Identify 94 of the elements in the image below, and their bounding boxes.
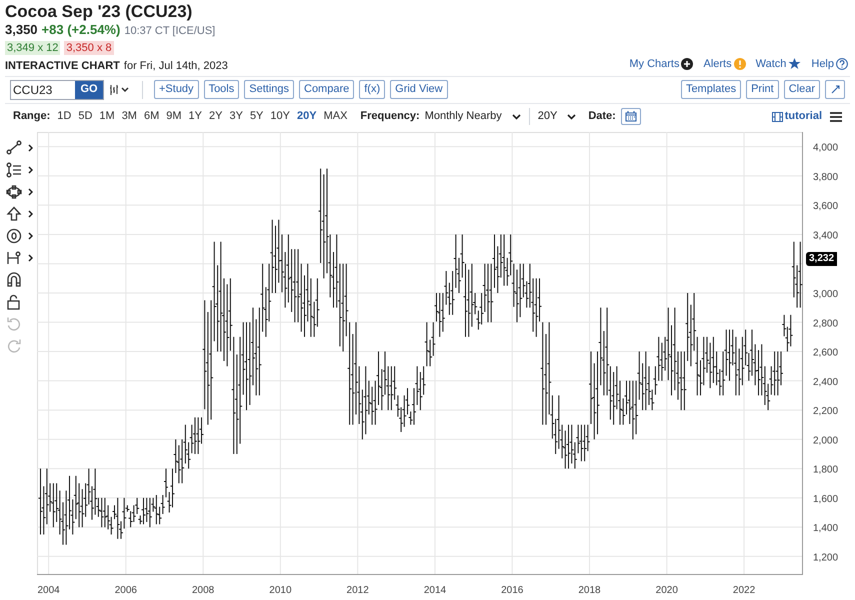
calendar-button[interactable] [620,108,641,125]
tutorial-link[interactable]: tutorial [772,108,822,125]
toolbar-button[interactable]: Print [746,80,779,99]
range-option[interactable]: 6M [140,108,162,125]
frequency-label: Frequency: [360,109,420,124]
y-axis-label: 1,800 [813,464,838,476]
y-axis-label: 2,000 [813,434,838,446]
range-option[interactable]: 5Y [246,108,266,125]
toolbar-button[interactable]: Compare [299,80,354,99]
y-axis-label: 3,800 [813,171,838,182]
x-axis-label: 2012 [346,584,369,596]
chevron-icon[interactable] [28,144,33,152]
chart-heading: INTERACTIVE CHART [5,58,120,72]
expand-icon [830,85,840,94]
chevron-icon[interactable] [28,232,33,240]
film-icon [772,112,783,122]
link-text[interactable]: Help [811,56,834,72]
link-text[interactable]: Alerts [703,56,732,72]
range-option[interactable]: 9M [163,108,185,125]
circle-marker-icon[interactable] [6,228,22,244]
x-axis-label: 2022 [732,584,756,596]
measure-icon[interactable] [6,250,22,266]
go-button[interactable]: GO [75,80,103,98]
x-axis-label: 2010 [269,584,292,596]
caret-icon [512,114,521,120]
toolbar-button[interactable]: Clear [784,80,820,99]
y-axis-label: 2,200 [813,406,838,417]
bid-quote: 3,349 x 12 [5,41,60,55]
chart-date: for Fri, Jul 14th, 2023 [124,58,228,72]
lock-open-icon[interactable] [6,294,22,310]
toolbar-button[interactable]: Settings [244,80,294,99]
y-axis-label: 2,800 [813,318,838,329]
toolbar-button[interactable]: +Study [154,80,199,99]
magnet-icon[interactable] [6,272,22,288]
y-axis-label: 2,600 [813,347,838,358]
line-tool-icon[interactable] [6,140,22,156]
y-axis-label: 1,600 [813,493,838,504]
chart-type-icon[interactable] [109,84,131,96]
x-axis-label: 2016 [501,584,524,596]
y-axis-label: 2,400 [813,376,838,388]
range-option[interactable]: 20Y [294,108,320,125]
toolbar-button[interactable]: Templates [680,80,742,99]
caret-icon [567,114,576,120]
y-axis-label: 3,600 [813,200,838,212]
plus-icon [681,58,694,70]
fibonacci-icon[interactable] [6,162,22,178]
y-axis-label: 1,200 [813,552,838,563]
range-option[interactable]: 5D [75,108,96,125]
period-dropdown[interactable]: 20Y [538,108,576,125]
y-axis-label: 1,400 [813,522,838,534]
help-icon [836,58,848,70]
range-option[interactable]: MAX [320,108,350,125]
last-price: 3,350 [5,22,38,38]
last-price-tag: 3,232 [806,252,838,266]
alert-icon [734,58,746,70]
arrow-up-icon[interactable] [6,206,22,222]
chevron-icon[interactable] [28,254,33,262]
x-axis-label: 2008 [192,584,214,596]
y-axis-label: 3,400 [813,230,838,241]
price-change: +83 (+2.54%) [42,22,120,38]
date-label: Date: [588,109,616,124]
toolbar-button[interactable]: Grid View [390,80,448,99]
chevron-icon[interactable] [28,188,33,196]
instrument-title: Cocoa Sep '23 (CCU23) [5,2,194,22]
ask-quote: 3,350 x 8 [64,41,114,55]
x-axis-label: 2004 [37,584,60,596]
frequency-dropdown[interactable]: Monthly Nearby [424,108,530,125]
x-axis-label: 2006 [114,584,137,596]
chevron-icon[interactable] [28,210,33,218]
x-axis-label: 2020 [656,584,678,596]
range-option[interactable]: 1Y [186,108,205,125]
range-option[interactable]: 3M [118,108,140,125]
toolbar-button[interactable]: Tools [204,80,240,99]
y-axis-label: 4,000 [813,142,838,154]
range-option[interactable]: 1D [54,108,74,125]
symbol-field[interactable]: CCU23 GO [10,80,104,100]
range-option[interactable]: 2Y [206,108,226,125]
ellipse-tool-icon[interactable] [6,184,22,200]
link-text[interactable]: Watch [756,56,786,72]
menu-icon[interactable] [830,112,842,122]
y-axis-label: 3,000 [813,288,838,300]
range-option[interactable]: 3Y [226,108,246,125]
chevron-icon[interactable] [28,166,33,174]
x-axis-label: 2018 [578,584,601,596]
quote-time: 10:37 CT [ICE/US] [124,24,216,39]
calendar-icon [624,111,637,122]
link-text[interactable]: My Charts [629,56,680,72]
range-option[interactable]: 10Y [267,108,293,125]
range-label: Range: [13,109,50,124]
expand-button[interactable] [825,80,845,99]
star-icon [788,58,802,70]
toolbar-button[interactable]: f(x) [359,80,386,99]
range-option[interactable]: 1M [96,108,118,125]
x-axis-label: 2014 [424,584,446,596]
